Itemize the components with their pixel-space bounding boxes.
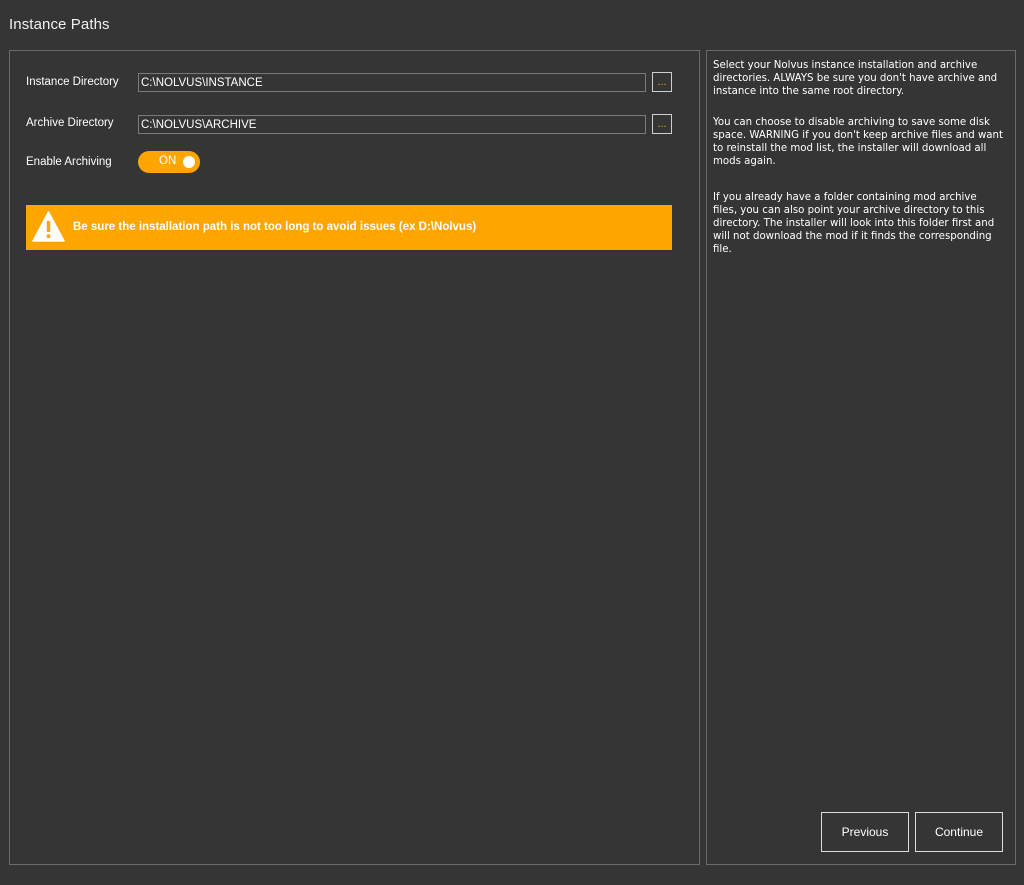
help-paragraph-3: If you already have a folder containing … (713, 192, 995, 255)
archive-directory-label: Archive Directory (26, 117, 114, 129)
help-paragraph-2: You can choose to disable archiving to s… (713, 117, 1004, 167)
help-panel: Select your Nolvus instance installation… (706, 50, 1016, 865)
instance-directory-input[interactable] (138, 73, 646, 92)
previous-button[interactable]: Previous (821, 812, 909, 852)
settings-panel: Instance Directory ... Archive Directory… (9, 50, 700, 865)
toggle-knob (183, 156, 195, 168)
instance-directory-label: Instance Directory (26, 76, 119, 88)
page-title: Instance Paths (9, 16, 110, 33)
help-paragraph-1: Select your Nolvus instance installation… (713, 60, 998, 97)
enable-archiving-toggle[interactable]: ON (138, 151, 200, 173)
warning-banner: Be sure the installation path is not too… (26, 205, 672, 250)
archive-directory-input[interactable] (138, 115, 646, 134)
toggle-state-label: ON (159, 155, 177, 167)
instance-browse-button[interactable]: ... (652, 72, 672, 92)
warning-text: Be sure the installation path is not too… (73, 221, 477, 233)
archive-browse-button[interactable]: ... (652, 114, 672, 134)
warning-triangle-icon (32, 211, 65, 242)
enable-archiving-label: Enable Archiving (26, 156, 112, 168)
continue-button[interactable]: Continue (915, 812, 1003, 852)
